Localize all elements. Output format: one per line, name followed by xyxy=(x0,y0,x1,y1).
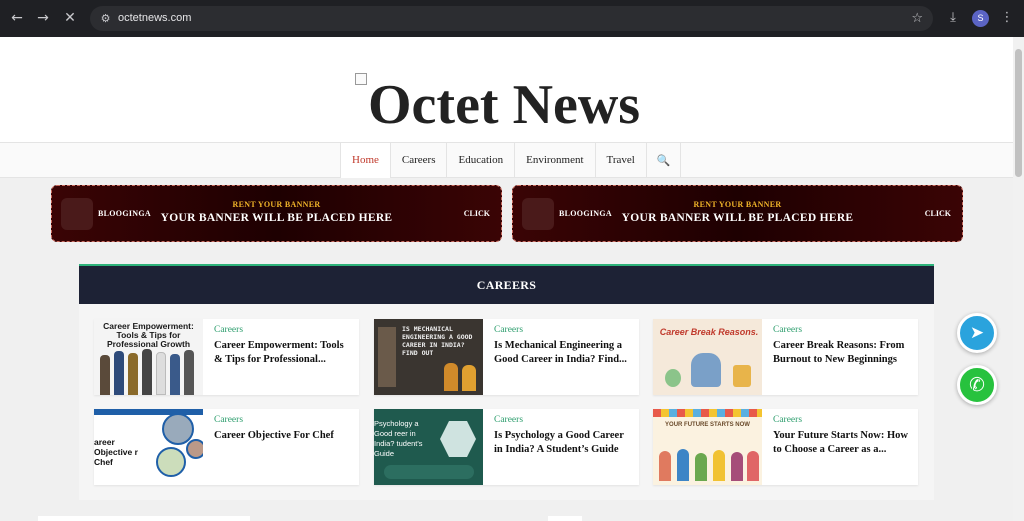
nav-item-travel[interactable]: Travel xyxy=(596,143,647,178)
photo-circle xyxy=(186,439,203,459)
photo-circle xyxy=(156,447,186,477)
bookmark-star-icon[interactable]: ☆ xyxy=(911,9,923,28)
article-category[interactable]: Careers xyxy=(494,415,523,425)
hexagon-photo xyxy=(440,421,476,457)
article-title[interactable]: Career Objective For Chef xyxy=(214,429,354,443)
site-info-icon[interactable]: ⚙ xyxy=(98,11,113,26)
section-title[interactable]: CAREERS xyxy=(79,266,934,304)
bubbles-shape xyxy=(384,465,474,479)
banner-rent-label: RENT YOUR BANNER xyxy=(693,200,782,209)
figure-shape xyxy=(184,350,194,395)
thumbnail-caption: areer Objective r Chef xyxy=(94,437,138,467)
banner-headline: YOUR BANNER WILL BE PLACED HERE xyxy=(160,212,393,224)
plant-shape xyxy=(665,369,681,387)
article-card[interactable]: Career Break Reasons. Careers Career Bre… xyxy=(653,319,918,395)
banner-headline: YOUR BANNER WILL BE PLACED HERE xyxy=(621,212,854,224)
bunting-shape xyxy=(653,409,762,417)
search-icon[interactable]: 🔍 xyxy=(647,143,681,178)
thumbnail-caption: Career Empowerment: Tools & Tips for Pro… xyxy=(103,321,194,349)
worker-shape xyxy=(462,365,476,391)
figure-shape xyxy=(100,355,110,395)
banner-click-label[interactable]: CLICK xyxy=(925,186,951,241)
kid-shape xyxy=(747,451,759,481)
banner-rent-label: RENT YOUR BANNER xyxy=(232,200,321,209)
figure-shape xyxy=(170,354,180,395)
article-card[interactable]: Career Empowerment: Tools & Tips for Pro… xyxy=(94,319,359,395)
site-logo[interactable]: Octet News xyxy=(368,75,640,135)
article-title[interactable]: Career Empowerment: Tools & Tips for Pro… xyxy=(214,339,354,367)
worker-shape xyxy=(444,363,458,391)
article-thumbnail[interactable]: YOUR FUTURE STARTS NOW xyxy=(653,409,762,485)
thumbnail-caption: Career Break Reasons. xyxy=(659,327,759,337)
nav-list: Home Careers Education Environment Trave… xyxy=(340,143,681,178)
article-category[interactable]: Careers xyxy=(773,325,802,335)
page-viewport: Octet News Home Careers Education Enviro… xyxy=(0,37,1013,521)
article-card[interactable]: IS MECHANICAL ENGINEERING A GOOD CAREER … xyxy=(374,319,639,395)
kid-shape xyxy=(695,453,707,481)
article-category[interactable]: Careers xyxy=(214,325,243,335)
thumbnail-stripe xyxy=(94,409,203,415)
broken-image-icon xyxy=(355,73,367,85)
banner-click-label[interactable]: CLICK xyxy=(464,186,490,241)
forward-icon[interactable]: → xyxy=(34,9,52,27)
article-title[interactable]: Is Mechanical Engineering a Good Career … xyxy=(494,339,634,367)
nav-item-education[interactable]: Education xyxy=(447,143,516,178)
kid-shape xyxy=(731,452,743,481)
article-category[interactable]: Careers xyxy=(773,415,802,425)
figure-shape xyxy=(114,351,124,395)
browser-menu-icon[interactable]: ⋮ xyxy=(998,9,1016,27)
scrollbar-thumb[interactable] xyxy=(1015,49,1022,177)
article-card[interactable]: YOUR FUTURE STARTS NOW Careers Your Futu… xyxy=(653,409,918,485)
article-category[interactable]: Careers xyxy=(494,325,523,335)
thumbnail-caption: YOUR FUTURE STARTS NOW xyxy=(665,422,750,428)
careers-section: CAREERS Career Empowerment: Tools & Tips… xyxy=(79,264,934,500)
article-card[interactable]: areer Objective r Chef Careers Career Ob… xyxy=(94,409,359,485)
stop-loading-icon[interactable]: ✕ xyxy=(61,9,79,27)
kid-shape xyxy=(659,451,671,481)
site-header: Octet News xyxy=(0,37,1013,142)
box-shape xyxy=(733,365,751,387)
article-title[interactable]: Is Psychology a Good Career in India? A … xyxy=(494,429,634,457)
footer-strip xyxy=(38,516,250,521)
thumbnail-caption: IS MECHANICAL ENGINEERING A GOOD CAREER … xyxy=(402,325,473,357)
nav-item-careers[interactable]: Careers xyxy=(391,143,448,178)
whatsapp-icon: ✆ xyxy=(969,374,985,396)
article-thumbnail[interactable]: Career Empowerment: Tools & Tips for Pro… xyxy=(94,319,203,395)
figure-shape xyxy=(142,349,152,395)
address-bar[interactable]: ⚙ octetnews.com ☆ xyxy=(90,6,933,31)
article-thumbnail[interactable]: areer Objective r Chef xyxy=(94,409,203,485)
person-shape xyxy=(691,353,721,387)
thumbnail-caption: Psychology a Good reer in India? tudent'… xyxy=(374,419,423,458)
section-header: CAREERS xyxy=(79,264,934,304)
profile-avatar[interactable]: S xyxy=(972,10,989,27)
footer-strip xyxy=(548,516,582,521)
article-category[interactable]: Careers xyxy=(214,415,243,425)
machine-shape xyxy=(378,327,396,387)
telegram-button[interactable]: ➤ xyxy=(957,313,997,353)
nav-item-environment[interactable]: Environment xyxy=(515,143,596,178)
whatsapp-button[interactable]: ✆ xyxy=(957,365,997,405)
page-scrollbar[interactable] xyxy=(1013,37,1024,521)
kid-shape xyxy=(677,449,689,481)
article-thumbnail[interactable]: IS MECHANICAL ENGINEERING A GOOD CAREER … xyxy=(374,319,483,395)
kid-shape xyxy=(713,450,725,481)
section-body: Career Empowerment: Tools & Tips for Pro… xyxy=(79,304,934,500)
back-icon[interactable]: ← xyxy=(8,9,26,27)
article-title[interactable]: Your Future Starts Now: How to Choose a … xyxy=(773,429,913,457)
telegram-icon: ➤ xyxy=(969,323,985,343)
ad-banner-right[interactable]: BLOOGINGA RENT YOUR BANNER YOUR BANNER W… xyxy=(512,185,963,242)
article-thumbnail[interactable]: Psychology a Good reer in India? tudent'… xyxy=(374,409,483,485)
ad-banner-left[interactable]: BLOOGINGA RENT YOUR BANNER YOUR BANNER W… xyxy=(51,185,502,242)
figure-shape xyxy=(128,353,138,395)
article-title[interactable]: Career Break Reasons: From Burnout to Ne… xyxy=(773,339,913,367)
address-url[interactable]: octetnews.com xyxy=(118,6,191,31)
browser-toolbar: ← → ✕ ⚙ octetnews.com ☆ ⤓ S ⋮ xyxy=(0,0,1024,37)
main-navigation: Home Careers Education Environment Trave… xyxy=(0,142,1013,178)
article-thumbnail[interactable]: Career Break Reasons. xyxy=(653,319,762,395)
article-card[interactable]: Psychology a Good reer in India? tudent'… xyxy=(374,409,639,485)
download-icon[interactable]: ⤓ xyxy=(944,9,962,27)
figure-shape xyxy=(156,352,166,395)
nav-item-home[interactable]: Home xyxy=(340,143,391,178)
